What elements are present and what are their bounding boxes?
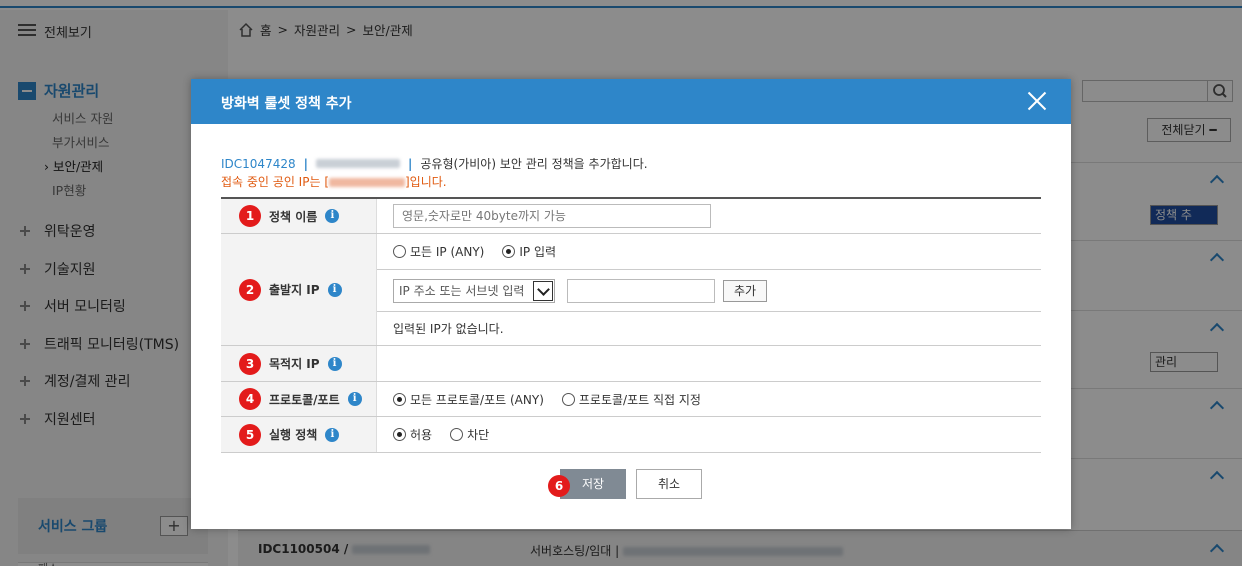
cancel-button[interactable]: 취소 [636,469,702,499]
masked-ip [316,159,400,168]
info-icon[interactable]: i [327,356,342,371]
form-row-source-ip: 2 출발지 IP i 모든 IP (ANY) IP 입력 IP 주소 또는 서브… [221,234,1041,346]
field-label: 1 정책 이름 i [221,199,377,233]
field-label-text: 출발지 IP [269,283,320,297]
select-value: IP 주소 또는 서브넷 입력 [399,284,525,298]
form-row-dest-ip: 3 목적지 IP i [221,346,1041,382]
step-badge: 4 [239,388,261,410]
radio-label: 모든 IP (ANY) [410,245,485,259]
public-ip-notice: 접속 중인 공인 IP는 []입니다. [221,175,447,189]
info-icon[interactable]: i [347,392,362,406]
ip-type-select[interactable]: IP 주소 또는 서브넷 입력 [393,278,555,303]
step-badge: 2 [239,278,261,301]
radio-button-selected[interactable] [393,392,406,406]
service-info: IDC1047428 | | 공유형(가비아) 보안 관리 정책을 추가합니다. [221,155,648,172]
form-row-action: 5 실행 정책 i 허용 차단 [221,417,1041,453]
close-icon[interactable] [1027,91,1047,111]
info-icon[interactable]: i [325,209,340,223]
step-badge: 3 [239,352,261,375]
add-ip-button[interactable]: 추가 [723,279,768,302]
field-label: 3 목적지 IP i [221,346,377,381]
field-label: 2 출발지 IP i [221,234,377,345]
form-row-protocol: 4 프로토콜/포트 i 모든 프로토콜/포트 (ANY) 프로토콜/포트 직접 … [221,382,1041,417]
modal-title: 방화벽 룰셋 정책 추가 [221,96,352,112]
radio-button-selected[interactable] [393,428,406,441]
radio-button[interactable] [450,428,464,441]
step-badge: 5 [239,423,261,446]
radio-button[interactable] [561,392,575,406]
radio-custom-protocol[interactable]: 프로토콜/포트 직접 지정 [561,391,701,408]
chevron-down-icon[interactable] [533,280,553,301]
modal-header: 방화벽 룰셋 정책 추가 [191,79,1071,124]
field-label: 5 실행 정책 i [221,417,377,452]
radio-deny[interactable]: 차단 [450,426,489,443]
field-label: 4 프로토콜/포트 i [221,382,377,416]
ip-input[interactable] [567,278,715,303]
firewall-policy-modal: 방화벽 룰셋 정책 추가 IDC1047428 | | 공유형(가비아) 보안 … [191,79,1071,529]
form-row-policy-name: 1 정책 이름 i [221,199,1041,234]
radio-label: 차단 [467,428,490,442]
field-label-text: 실행 정책 [269,428,318,442]
radio-label: 모든 프로토콜/포트 (ANY) [410,392,544,407]
separator: | [408,156,413,171]
separator: | [303,156,308,171]
radio-label: 프로토콜/포트 직접 지정 [578,392,701,407]
radio-allow[interactable]: 허용 [393,426,432,443]
idc-number: IDC1047428 [221,156,296,171]
radio-any-protocol[interactable]: 모든 프로토콜/포트 (ANY) [393,391,544,408]
empty-ip-message: 입력된 IP가 없습니다. [393,322,504,336]
policy-form: 1 정책 이름 i 2 출발지 IP i 모든 IP (ANY) IP 입력 [221,197,1041,453]
save-wrapper: 6 저장 [548,469,626,499]
field-label-text: 목적지 IP [269,357,320,371]
modal-description: 공유형(가비아) 보안 관리 정책을 추가합니다. [420,157,648,171]
radio-label: 허용 [410,428,433,442]
step-badge: 6 [548,475,570,497]
radio-button-selected[interactable] [502,245,516,258]
info-icon[interactable]: i [327,282,342,297]
policy-name-input[interactable] [393,204,711,228]
radio-label: IP 입력 [519,245,557,259]
radio-any-ip[interactable]: 모든 IP (ANY) [393,243,484,260]
info-icon[interactable]: i [325,427,340,442]
field-label-text: 프로토콜/포트 [269,392,340,407]
radio-button[interactable] [393,245,406,258]
field-label-text: 정책 이름 [269,209,318,224]
radio-ip-input[interactable]: IP 입력 [502,243,556,260]
step-badge: 1 [239,205,261,227]
modal-actions: 6 저장 취소 [191,469,1071,499]
